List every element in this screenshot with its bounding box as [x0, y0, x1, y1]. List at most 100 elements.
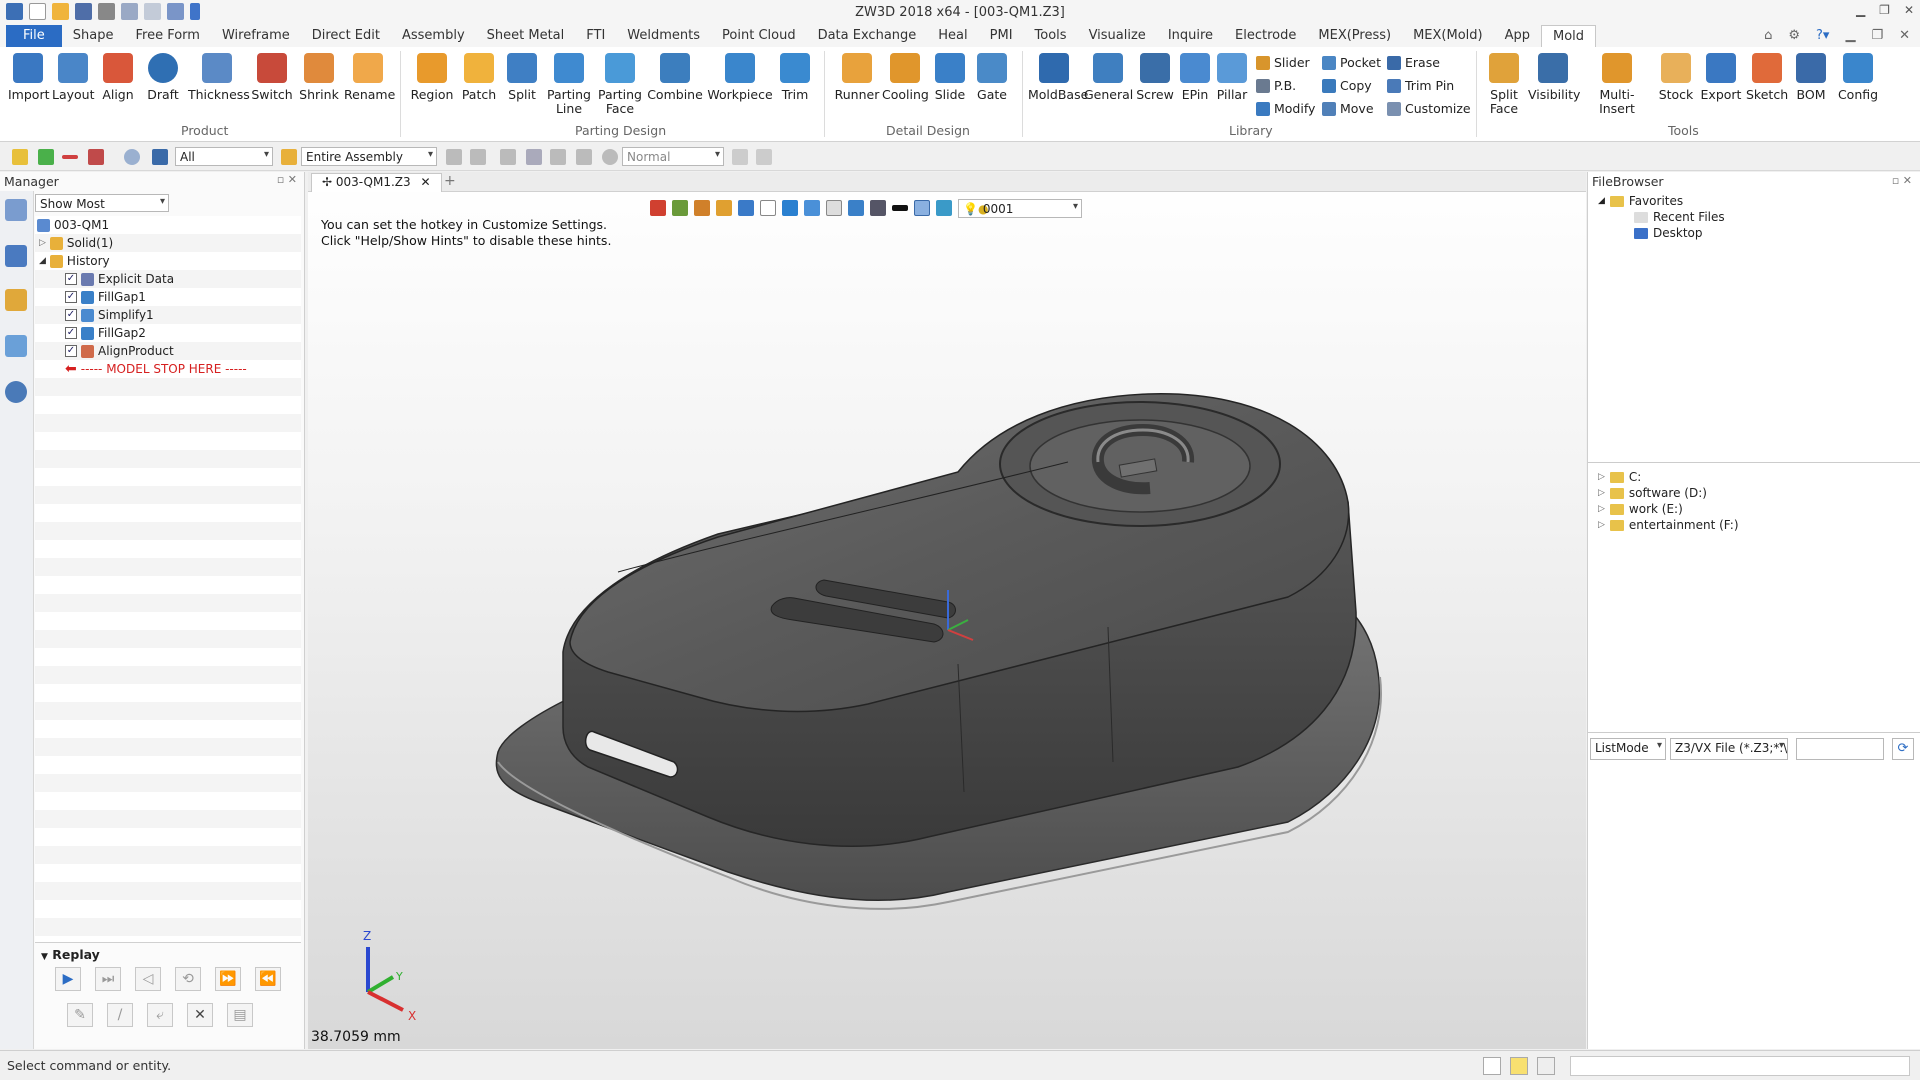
drive-d[interactable]: ▷ software (D:) — [1598, 486, 1707, 500]
assembly-manager-icon[interactable] — [5, 245, 27, 267]
drive-c[interactable]: ▷ C: — [1598, 470, 1641, 484]
modify-button[interactable]: Modify — [1256, 101, 1315, 116]
trim-pin-button[interactable]: Trim Pin — [1387, 78, 1454, 93]
toolbar-icon[interactable] — [446, 149, 462, 165]
tree-item-history[interactable]: ◢ History — [39, 252, 110, 270]
patch-button[interactable]: Patch — [459, 53, 499, 102]
favorites-node[interactable]: ◢ Favorites — [1598, 194, 1683, 208]
rewind-button[interactable]: ⏪ — [255, 967, 281, 991]
split-face-button[interactable]: Split Face — [1484, 53, 1524, 116]
menu-visualize[interactable]: Visualize — [1078, 25, 1157, 47]
recent-files-node[interactable]: Recent Files — [1634, 210, 1725, 224]
customize-button[interactable]: Customize — [1387, 101, 1471, 116]
toolbar-icon[interactable] — [732, 149, 748, 165]
file-type-dropdown[interactable]: Z3/VX File (*.Z3;*.\ — [1670, 738, 1788, 760]
region-button[interactable]: Region — [409, 53, 455, 102]
assembly-scope-icon[interactable] — [281, 149, 297, 165]
fast-forward-button[interactable]: ⏩ — [215, 967, 241, 991]
menu-data-exchange[interactable]: Data Exchange — [807, 25, 928, 47]
pillar-button[interactable]: Pillar — [1214, 53, 1250, 102]
visibility-button[interactable]: Visibility — [1528, 53, 1580, 102]
shape-filter-icon[interactable] — [124, 149, 140, 165]
combine-button[interactable]: Combine — [647, 53, 703, 102]
menu-mex-press[interactable]: MEX(Press) — [1307, 25, 1402, 47]
status-grid-icon[interactable] — [1537, 1057, 1555, 1075]
menu-free-form[interactable]: Free Form — [124, 25, 210, 47]
loop-button[interactable]: ⟲ — [175, 967, 201, 991]
mold-part-model[interactable]: Z Y X — [308, 172, 1586, 1049]
menu-mex-mold[interactable]: MEX(Mold) — [1402, 25, 1494, 47]
tree-item-alignproduct[interactable]: ✓ AlignProduct — [65, 342, 174, 360]
tree-item-fillgap1[interactable]: ✓ FillGap1 — [65, 288, 146, 306]
menu-heal[interactable]: Heal — [927, 25, 978, 47]
toolbar-icon[interactable] — [500, 149, 516, 165]
remove-icon[interactable] — [62, 155, 78, 159]
panel-close-icon[interactable]: ▫ ✕ — [1892, 174, 1912, 187]
minimize-icon[interactable]: ▁ — [1856, 3, 1865, 17]
bom-button[interactable]: BOM — [1792, 53, 1830, 102]
parting-face-button[interactable]: Parting Face — [597, 53, 643, 116]
file-filter-input[interactable] — [1796, 738, 1884, 760]
step-button[interactable]: ⏭ — [95, 967, 121, 991]
expand-icon[interactable]: ▷ — [1598, 472, 1605, 482]
config-button[interactable]: Config — [1836, 53, 1880, 102]
menu-sheet-metal[interactable]: Sheet Metal — [476, 25, 576, 47]
workpiece-button[interactable]: Workpiece — [707, 53, 773, 102]
switch-button[interactable]: Switch — [250, 53, 294, 102]
pb-button[interactable]: P.B. — [1256, 78, 1296, 93]
graphics-viewport[interactable]: ✢ 003-QM1.Z3 ✕ + 💡● 0001 You can set the… — [308, 172, 1586, 1049]
slide-button[interactable]: Slide — [932, 53, 968, 102]
status-display-icon[interactable] — [1510, 1057, 1528, 1075]
add-icon[interactable] — [38, 149, 54, 165]
draft-button[interactable]: Draft — [143, 53, 183, 102]
menu-fti[interactable]: FTI — [575, 25, 616, 47]
minimize-doc-icon[interactable]: ▁ — [1845, 28, 1855, 43]
status-view-icon[interactable] — [1483, 1057, 1501, 1075]
command-input[interactable] — [1570, 1056, 1910, 1076]
collapse-icon[interactable]: ◢ — [1598, 196, 1605, 206]
menu-assembly[interactable]: Assembly — [391, 25, 476, 47]
delete-button[interactable]: ✕ — [187, 1003, 213, 1027]
tree-item-root[interactable]: 003-QM1 — [37, 216, 109, 234]
menu-inquire[interactable]: Inquire — [1157, 25, 1224, 47]
thickness-button[interactable]: Thickness — [188, 53, 250, 102]
gate-button[interactable]: Gate — [974, 53, 1010, 102]
menu-electrode[interactable]: Electrode — [1224, 25, 1307, 47]
general-button[interactable]: General — [1084, 53, 1133, 102]
user-icon[interactable] — [5, 381, 27, 403]
help-icon[interactable]: ?▾ — [1816, 28, 1829, 43]
tree-item-fillgap2[interactable]: ✓ FillGap2 — [65, 324, 146, 342]
menu-pmi[interactable]: PMI — [979, 25, 1024, 47]
step-back-button[interactable]: ◁ — [135, 967, 161, 991]
slider-button[interactable]: Slider — [1256, 55, 1310, 70]
pocket-button[interactable]: Pocket — [1322, 55, 1381, 70]
epin-button[interactable]: EPin — [1178, 53, 1212, 102]
sketch-button[interactable]: Sketch — [1746, 53, 1788, 102]
align-button[interactable]: Align — [98, 53, 138, 102]
toolbar-icon[interactable] — [550, 149, 566, 165]
move-button[interactable]: Move — [1322, 101, 1374, 116]
view-manager-icon[interactable] — [5, 335, 27, 357]
toolbar-icon[interactable] — [576, 149, 592, 165]
menu-point-cloud[interactable]: Point Cloud — [711, 25, 807, 47]
parting-line-button[interactable]: Parting Line — [545, 53, 593, 116]
menu-mold[interactable]: Mold — [1541, 25, 1597, 47]
rollback-button[interactable]: ⤶ — [147, 1003, 173, 1027]
copy-button[interactable]: Copy — [1322, 78, 1372, 93]
mode-dropdown[interactable]: Normal — [622, 147, 724, 166]
menu-app[interactable]: App — [1494, 25, 1541, 47]
replay-header[interactable]: ▼ Replay — [35, 943, 301, 966]
toolbar-icon[interactable] — [470, 149, 486, 165]
gear-icon[interactable] — [602, 149, 618, 165]
expand-icon[interactable]: ▷ — [39, 234, 46, 252]
menu-tools[interactable]: Tools — [1024, 25, 1078, 47]
toolbar-icon[interactable] — [526, 149, 542, 165]
menu-shape[interactable]: Shape — [62, 25, 125, 47]
visibility-checkbox[interactable]: ✓ — [65, 327, 77, 339]
tree-item-simplify1[interactable]: ✓ Simplify1 — [65, 306, 154, 324]
trim-button[interactable]: Trim — [777, 53, 813, 102]
moldbase-button[interactable]: MoldBase — [1028, 53, 1088, 102]
play-button[interactable]: ▶ — [55, 967, 81, 991]
split-button[interactable]: Split — [503, 53, 541, 102]
desktop-node[interactable]: Desktop — [1634, 226, 1703, 240]
